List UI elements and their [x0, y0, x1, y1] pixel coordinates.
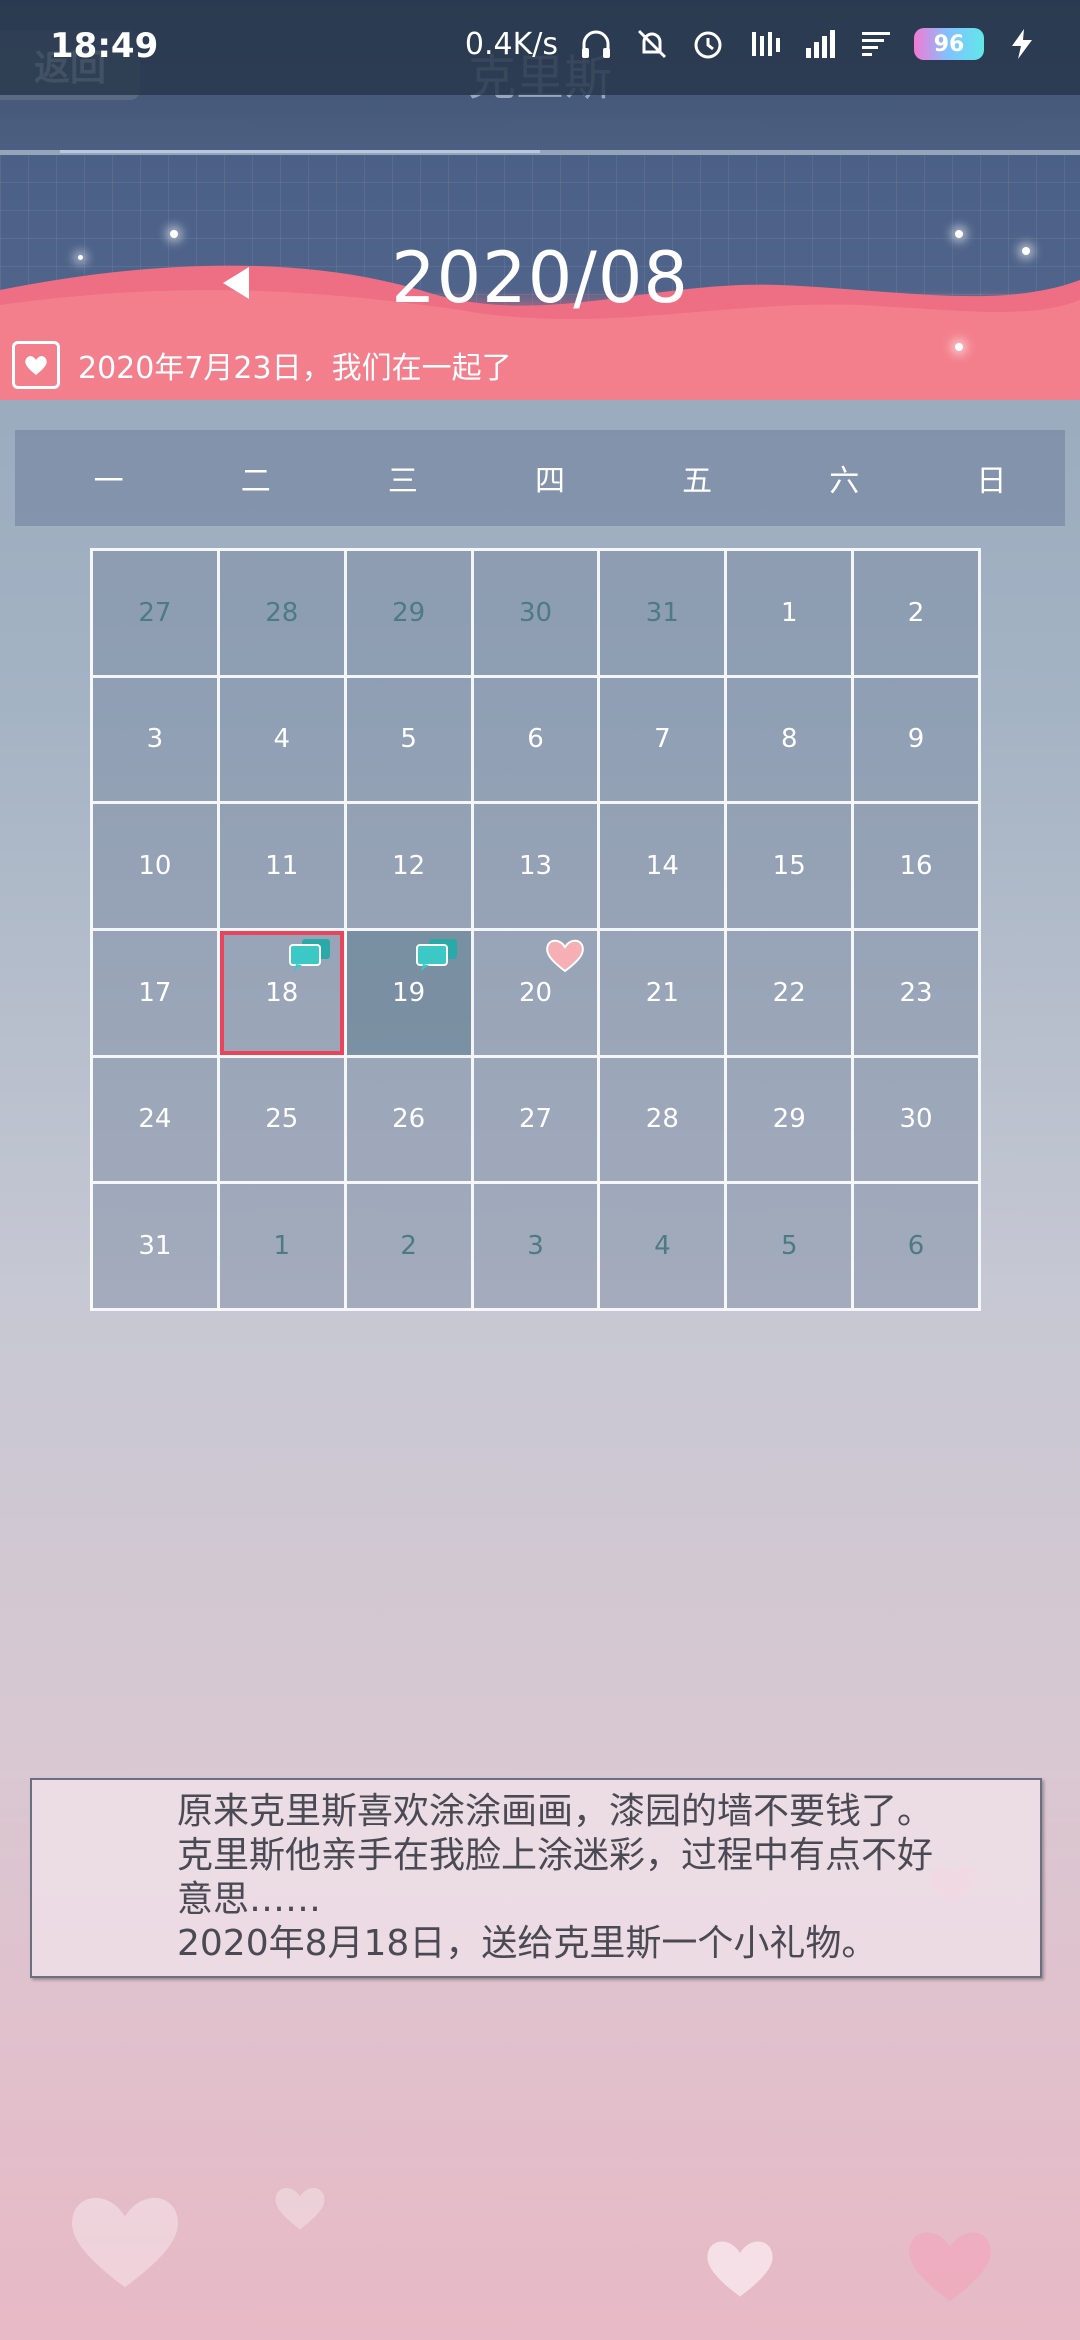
weekday-label: 四: [534, 464, 565, 499]
anniversary-text: 2020年7月23日，我们在一起了: [78, 351, 512, 386]
calendar-day[interactable]: 19: [346, 930, 474, 1058]
battery-indicator: 96: [914, 28, 984, 60]
weekday-label: 日: [976, 464, 1007, 499]
signal-icon: [806, 30, 835, 58]
calendar-day[interactable]: 4: [219, 677, 347, 805]
calendar-day[interactable]: 13: [473, 804, 601, 931]
calendar-day[interactable]: 3: [93, 677, 220, 805]
calendar-day[interactable]: 27: [473, 1057, 601, 1185]
weekday-label: 二: [240, 464, 271, 499]
title-divider: [60, 150, 540, 153]
calendar-day[interactable]: 20: [473, 930, 601, 1058]
heart-decoration: [72, 2197, 178, 2288]
heart-decoration: [707, 2241, 773, 2297]
diary-textbox[interactable]: 原来克里斯喜欢涂涂画画，漆园的墙不要钱了。克里斯他亲手在我脸上涂迷彩，过程中有点…: [30, 1778, 1042, 1978]
day-number: 19: [392, 977, 426, 1008]
anniversary-row: 2020年7月23日，我们在一起了: [0, 333, 1080, 397]
weekday-label: 六: [829, 464, 860, 499]
calendar-day[interactable]: 28: [600, 1057, 728, 1185]
calendar-day[interactable]: 28: [219, 551, 347, 678]
calendar-day[interactable]: 1: [219, 1184, 347, 1311]
calendar-day[interactable]: 6: [473, 677, 601, 805]
status-time: 18:49: [50, 26, 159, 66]
calendar-day[interactable]: 10: [93, 804, 220, 931]
calendar-day[interactable]: 3: [473, 1184, 601, 1311]
calendar-day[interactable]: 1: [727, 551, 855, 678]
mute-bell-icon: [637, 29, 667, 59]
calendar-day[interactable]: 27: [93, 551, 220, 678]
calendar-day[interactable]: 24: [93, 1057, 220, 1185]
weekday-label: 一: [93, 464, 124, 499]
calendar-day[interactable]: 14: [600, 804, 728, 931]
heart-decoration: [909, 2232, 991, 2302]
calendar-day[interactable]: 26: [346, 1057, 474, 1185]
calendar-day[interactable]: 2: [854, 551, 981, 678]
calendar-day[interactable]: 22: [727, 930, 855, 1058]
charging-icon: [1012, 29, 1032, 59]
calendar-day[interactable]: 30: [854, 1057, 981, 1185]
calendar-day[interactable]: 5: [346, 677, 474, 805]
calendar-day[interactable]: 23: [854, 930, 981, 1058]
day-number: 20: [518, 977, 553, 1008]
calendar-day[interactable]: 17: [93, 930, 220, 1058]
diary-text: 原来克里斯喜欢涂涂画画，漆园的墙不要钱了。克里斯他亲手在我脸上涂迷彩，过程中有点…: [177, 1791, 934, 1964]
chat-bubble-icon: [288, 938, 330, 971]
status-bar: 18:49 0.4K/s 96: [0, 0, 1080, 95]
heart-icon: [546, 939, 585, 973]
calendar-day-selected[interactable]: 18: [219, 930, 347, 1058]
calendar-day[interactable]: 2: [346, 1184, 474, 1311]
calendar-day[interactable]: 16: [854, 804, 981, 931]
calendar-day[interactable]: 31: [600, 551, 728, 678]
wifi-icon: [862, 32, 890, 56]
calendar-day[interactable]: 5: [727, 1184, 855, 1311]
heart-decoration: [275, 2188, 325, 2230]
calendar-day[interactable]: 11: [219, 804, 347, 931]
calendar-day[interactable]: 25: [219, 1057, 347, 1185]
calendar-day[interactable]: 6: [854, 1184, 981, 1311]
calendar-day[interactable]: 30: [473, 551, 601, 678]
vibrate-icon: [752, 32, 780, 56]
calendar-day[interactable]: 21: [600, 930, 728, 1058]
alarm-icon: [694, 31, 722, 59]
chat-bubble-icon: [415, 938, 457, 971]
status-icons: 0.4K/s 96: [465, 26, 1040, 62]
weekday-label: 五: [682, 464, 713, 499]
weekday-header: 一 二 三 四 五 六 日: [15, 430, 1065, 526]
calendar-day[interactable]: 12: [346, 804, 474, 931]
month-banner: 2020/08 2020年7月23日，我们在一起了: [0, 155, 1080, 400]
calendar-day[interactable]: 29: [727, 1057, 855, 1185]
calendar-grid: 27 28 29 30 31 1 2 3 4 5 6 7 8 9 10 11 1…: [90, 548, 981, 1311]
calendar-day[interactable]: 4: [600, 1184, 728, 1311]
calendar-day[interactable]: 8: [727, 677, 855, 805]
calendar-day[interactable]: 15: [727, 804, 855, 931]
calendar-day[interactable]: 29: [346, 551, 474, 678]
calendar-day[interactable]: 31: [93, 1184, 220, 1311]
day-number: 18: [265, 977, 299, 1008]
month-label: 2020/08: [391, 237, 689, 319]
calendar-heart-icon: [12, 341, 60, 389]
calendar-day[interactable]: 9: [854, 677, 981, 805]
calendar-day[interactable]: 7: [600, 677, 728, 805]
headphones-icon: [582, 30, 610, 58]
weekday-label: 三: [387, 464, 418, 499]
network-speed: 0.4K/s: [464, 26, 558, 62]
